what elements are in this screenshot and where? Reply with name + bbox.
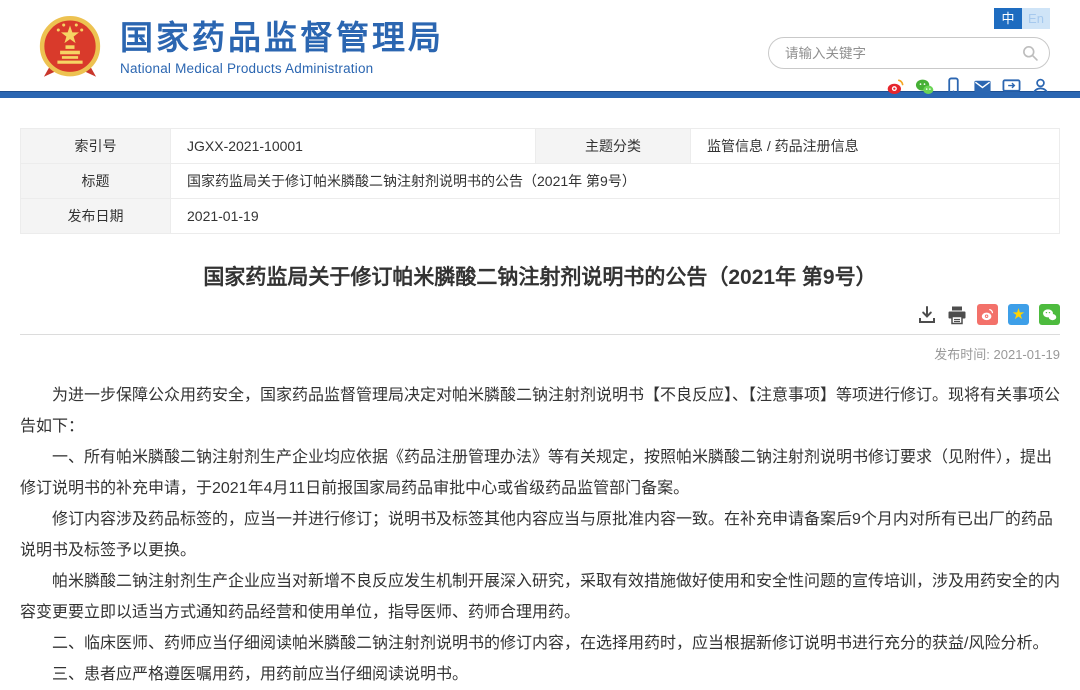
meta-value-category: 监管信息 / 药品注册信息 bbox=[691, 129, 1060, 164]
meta-label-title: 标题 bbox=[21, 164, 171, 199]
meta-value-date: 2021-01-19 bbox=[171, 199, 1060, 234]
wechat-icon[interactable] bbox=[915, 77, 934, 96]
user-icon[interactable] bbox=[1031, 77, 1050, 96]
site-header: 国家药品监督管理局 National Medical Products Admi… bbox=[0, 0, 1080, 91]
print-icon[interactable] bbox=[947, 305, 967, 325]
paragraph: 为进一步保障公众用药安全，国家药品监督管理局决定对帕米膦酸二钠注射剂说明书【不良… bbox=[20, 380, 1060, 442]
download-icon[interactable] bbox=[917, 305, 937, 325]
article-toolbar: ★ bbox=[20, 304, 1060, 335]
share-wechat-icon[interactable] bbox=[1039, 304, 1060, 325]
paragraph: 帕米膦酸二钠注射剂生产企业应当对新增不良反应发生机制开展深入研究，采取有效措施做… bbox=[20, 566, 1060, 628]
mail-icon[interactable] bbox=[973, 77, 992, 96]
social-icon-row bbox=[886, 77, 1050, 96]
language-toggle: 中 En bbox=[994, 8, 1050, 29]
meta-label-index: 索引号 bbox=[21, 129, 171, 164]
lang-zh-button[interactable]: 中 bbox=[994, 8, 1022, 29]
paragraph: 三、患者应严格遵医嘱用药，用药前应当仔细阅读说明书。 bbox=[20, 659, 1060, 690]
share-weibo-icon[interactable] bbox=[977, 304, 998, 325]
message-board-icon[interactable] bbox=[1002, 77, 1021, 96]
article-body: 为进一步保障公众用药安全，国家药品监督管理局决定对帕米膦酸二钠注射剂说明书【不良… bbox=[20, 380, 1060, 690]
paragraph: 一、所有帕米膦酸二钠注射剂生产企业均应依据《药品注册管理办法》等有关规定，按照帕… bbox=[20, 442, 1060, 504]
weibo-icon[interactable] bbox=[886, 77, 905, 96]
meta-value-index: JGXX-2021-10001 bbox=[171, 129, 536, 164]
paragraph: 修订内容涉及药品标签的，应当一并进行修订；说明书及标签其他内容应当与原批准内容一… bbox=[20, 504, 1060, 566]
search-box[interactable] bbox=[768, 37, 1050, 69]
document-meta-table: 索引号 JGXX-2021-10001 主题分类 监管信息 / 药品注册信息 标… bbox=[20, 128, 1060, 234]
share-qzone-icon[interactable]: ★ bbox=[1008, 304, 1029, 325]
header-right: 中 En bbox=[768, 8, 1050, 96]
paragraph: 二、临床医师、药师应当仔细阅读帕米膦酸二钠注射剂说明书的修订内容，在选择用药时，… bbox=[20, 628, 1060, 659]
meta-value-title: 国家药监局关于修订帕米膦酸二钠注射剂说明书的公告（2021年 第9号） bbox=[171, 164, 1060, 199]
lang-en-button[interactable]: En bbox=[1022, 8, 1050, 29]
national-emblem-logo bbox=[34, 12, 106, 84]
site-subtitle: National Medical Products Administration bbox=[120, 61, 444, 76]
publish-time-value: 2021-01-19 bbox=[994, 347, 1061, 362]
search-icon[interactable] bbox=[1021, 44, 1039, 62]
article-title: 国家药监局关于修订帕米膦酸二钠注射剂说明书的公告（2021年 第9号） bbox=[20, 261, 1060, 291]
npma-website-page: 国家药品监督管理局 National Medical Products Admi… bbox=[0, 0, 1080, 690]
site-title-block: 国家药品监督管理局 National Medical Products Admi… bbox=[120, 20, 444, 76]
search-input[interactable] bbox=[783, 45, 1021, 62]
publish-time-label: 发布时间: bbox=[934, 347, 990, 362]
main-content: 索引号 JGXX-2021-10001 主题分类 监管信息 / 药品注册信息 标… bbox=[0, 128, 1080, 690]
table-row: 发布日期 2021-01-19 bbox=[21, 199, 1060, 234]
meta-label-category: 主题分类 bbox=[536, 129, 691, 164]
site-title[interactable]: 国家药品监督管理局 bbox=[120, 20, 444, 56]
mobile-icon[interactable] bbox=[944, 77, 963, 96]
site-brand[interactable]: 国家药品监督管理局 National Medical Products Admi… bbox=[34, 12, 444, 84]
meta-label-date: 发布日期 bbox=[21, 199, 171, 234]
table-row: 索引号 JGXX-2021-10001 主题分类 监管信息 / 药品注册信息 bbox=[21, 129, 1060, 164]
publish-time: 发布时间: 2021-01-19 bbox=[20, 344, 1060, 363]
table-row: 标题 国家药监局关于修订帕米膦酸二钠注射剂说明书的公告（2021年 第9号） bbox=[21, 164, 1060, 199]
